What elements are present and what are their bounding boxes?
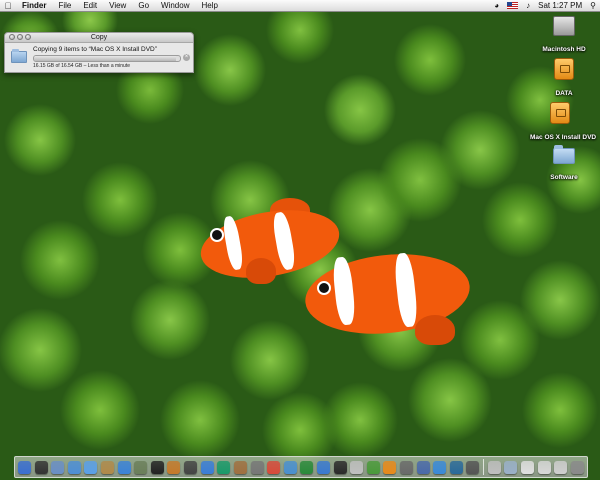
dock-dashboard-icon[interactable] [34, 461, 48, 474]
dock-preview-icon[interactable] [233, 461, 247, 474]
dock-app-9-icon[interactable] [350, 461, 364, 474]
dock-app-13-icon[interactable] [433, 461, 447, 474]
dock-app-2-icon[interactable] [200, 461, 214, 474]
stop-copy-button[interactable]: × [183, 54, 190, 61]
dock-mail-icon[interactable] [51, 461, 65, 474]
copy-progress-bar [33, 55, 181, 62]
dock-app-6-icon[interactable] [300, 461, 314, 474]
dock-app-1-icon[interactable] [184, 461, 198, 474]
menu-clock[interactable]: Sat 1:27 PM [534, 0, 586, 11]
close-button[interactable] [9, 34, 15, 40]
dock-stack-1-icon[interactable] [487, 461, 501, 474]
menu-file[interactable]: File [52, 0, 77, 11]
dock-garageband-icon[interactable] [167, 461, 181, 474]
desktop-icon-macintosh-hd[interactable]: Macintosh HD [534, 16, 594, 56]
dock-app-10-icon[interactable] [366, 461, 380, 474]
copy-window-body: Copying 9 items to “Mac OS X Install DVD… [5, 43, 193, 72]
desktop-icon-install-dvd[interactable]: Mac OS X Install DVD [530, 102, 596, 144]
wifi-icon[interactable]: ◕ [490, 0, 503, 11]
copy-window[interactable]: Copy Copying 9 items to “Mac OS X Instal… [4, 32, 194, 73]
zoom-button[interactable] [25, 34, 31, 40]
menu-window[interactable]: Window [155, 0, 195, 11]
menu-finder[interactable]: Finder [16, 0, 52, 11]
folder-icon [11, 49, 27, 63]
menu-view[interactable]: View [103, 0, 132, 11]
dock-app-12-icon[interactable] [416, 461, 430, 474]
copy-progress-fill [34, 56, 177, 61]
dock-app-14-icon[interactable] [449, 461, 463, 474]
menu-edit[interactable]: Edit [77, 0, 103, 11]
menu-help[interactable]: Help [195, 0, 223, 11]
copy-window-title: Copy [90, 34, 108, 41]
dock-stack-3-icon[interactable] [520, 461, 534, 474]
desktop-icon-label: DATA [555, 90, 573, 97]
dock-app-8-icon[interactable] [333, 461, 347, 474]
minimize-button[interactable] [17, 34, 23, 40]
hard-drive-icon [553, 16, 575, 36]
external-drive-icon [550, 102, 570, 124]
folder-icon [553, 145, 575, 164]
clownfish-2 [301, 235, 480, 350]
menu-bar:  Finder File Edit View Go Window Help ◕… [0, 0, 600, 12]
menu-go[interactable]: Go [132, 0, 155, 11]
desktop-icon-software[interactable]: Software [534, 144, 594, 184]
dock-finder-icon[interactable] [18, 461, 31, 474]
dock-app-7-icon[interactable] [316, 461, 330, 474]
copy-description: Copying 9 items to “Mac OS X Install DVD… [33, 46, 157, 53]
dock-separator [483, 459, 485, 475]
dock-ichat-icon[interactable] [84, 461, 98, 474]
dock-app-5-icon[interactable] [283, 461, 297, 474]
dock-stack-4-icon[interactable] [537, 461, 551, 474]
dock-ical-icon[interactable] [267, 461, 281, 474]
desktop-icon-label: Software [550, 174, 578, 181]
dock-safari-icon[interactable] [67, 461, 81, 474]
dock-app-15-icon[interactable] [466, 461, 480, 474]
spotlight-icon[interactable]: ⚲ [586, 0, 600, 11]
dock-stack-5-icon[interactable] [554, 461, 568, 474]
dock-app-11-icon[interactable] [400, 461, 414, 474]
menu-extras: ◕ ♪ Sat 1:27 PM ⚲ [490, 0, 600, 11]
dock [14, 456, 588, 478]
desktop-icon-label: Macintosh HD [542, 46, 586, 53]
dock-app-4-icon[interactable] [250, 461, 264, 474]
dock-imovie-icon[interactable] [150, 461, 164, 474]
dock-vlc-icon[interactable] [383, 461, 397, 474]
dock-iphoto-icon[interactable] [134, 461, 148, 474]
dock-app-3-icon[interactable] [217, 461, 231, 474]
desktop-icon-label: Mac OS X Install DVD [530, 134, 597, 141]
desktop-icon-data[interactable]: DATA [534, 58, 594, 100]
dock-stack-2-icon[interactable] [504, 461, 518, 474]
volume-icon[interactable]: ♪ [522, 0, 534, 11]
dock-itunes-icon[interactable] [117, 461, 131, 474]
dock-address-book-icon[interactable] [101, 461, 115, 474]
external-drive-icon [554, 58, 574, 80]
copy-window-titlebar[interactable]: Copy [5, 33, 193, 43]
input-flag-icon[interactable] [507, 2, 519, 9]
apple-menu-icon[interactable]:  [0, 1, 16, 11]
copy-status: 16.15 GB of 16.54 GB – Less than a minut… [33, 63, 131, 69]
dock-trash-icon[interactable] [570, 461, 584, 474]
